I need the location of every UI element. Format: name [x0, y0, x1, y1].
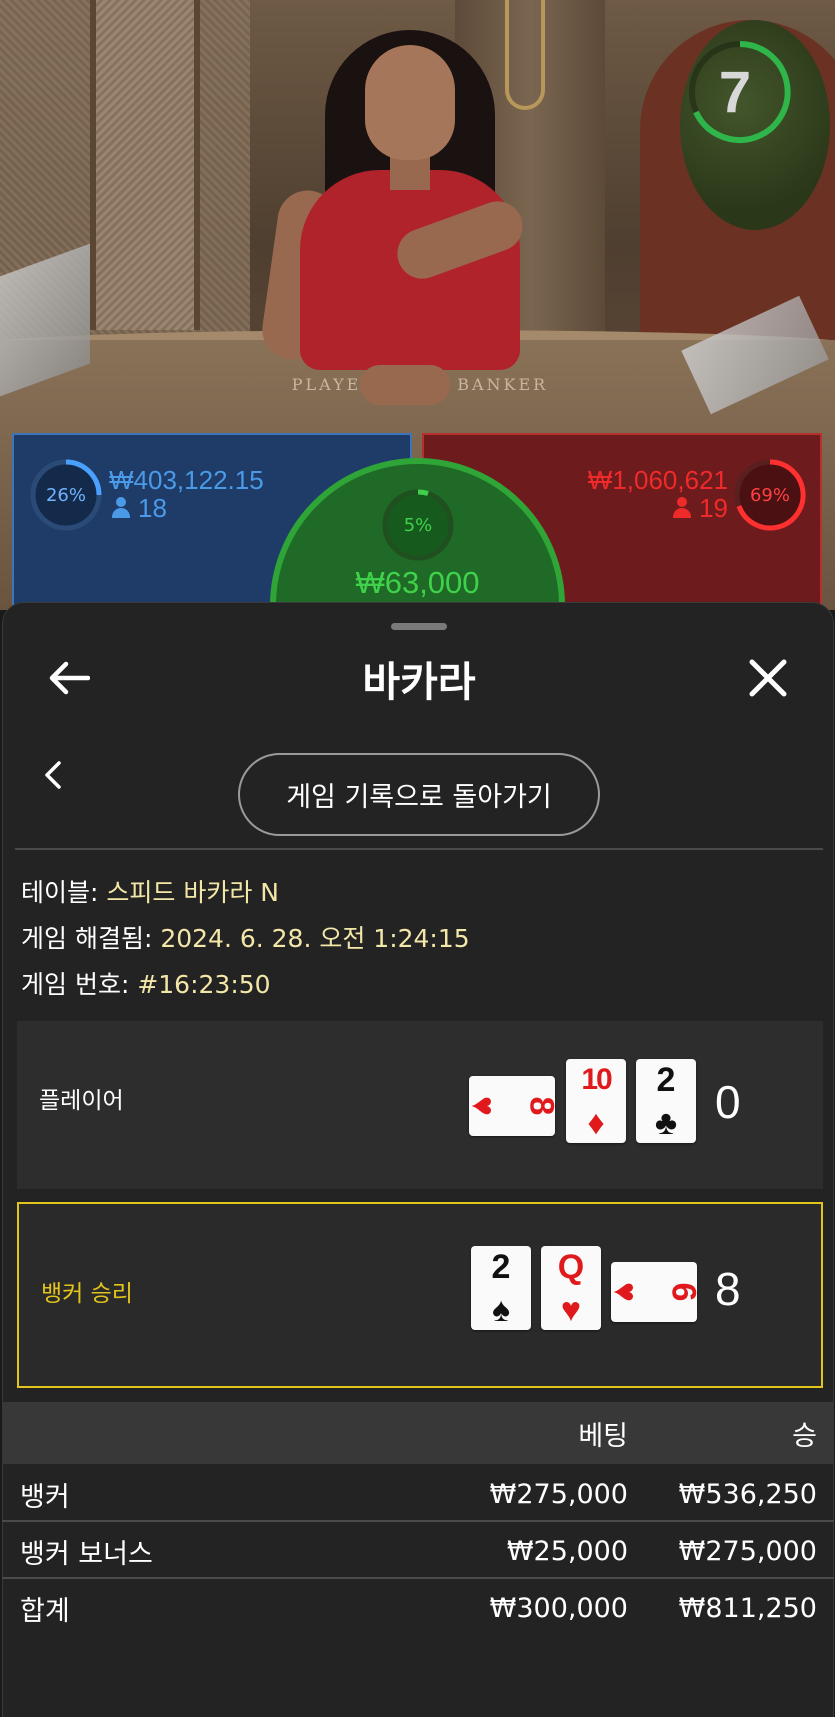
info-number: 게임 번호: #16:23:50 — [21, 965, 271, 1001]
dealer-hand — [360, 365, 450, 405]
club-icon: ♣ — [654, 1104, 678, 1142]
player-bet-amount: ₩403,122.15 — [109, 465, 264, 495]
banker-bet-count: 19 — [673, 493, 728, 524]
tie-percent: 5% — [403, 514, 433, 536]
bet-amount: ₩25,000 — [506, 1535, 628, 1567]
sheet-title: 바카라 — [362, 658, 476, 706]
col-win-header: 승 — [792, 1420, 817, 1452]
banker-bet-amount: ₩1,060,621 — [587, 465, 728, 495]
countdown-timer: 7 — [680, 32, 800, 152]
close-button[interactable] — [738, 648, 798, 708]
diamond-icon: ♦ — [587, 1104, 605, 1142]
close-icon — [749, 659, 787, 697]
banker-result-row: 뱅커 승리 2 ♠ Q ♥ 6 ♥ 8 — [17, 1202, 823, 1388]
card-rank: 8 — [522, 1096, 561, 1116]
info-number-label: 게임 번호: — [21, 970, 130, 999]
banker-result-label: 뱅커 승리 — [41, 1281, 133, 1307]
bet-table-row: 뱅커 보너스 ₩25,000 ₩275,000 — [2, 1523, 834, 1579]
bet-table-row: 뱅커 ₩275,000 ₩536,250 — [2, 1466, 834, 1522]
back-arrow-button[interactable] — [38, 648, 98, 708]
bet-name: 뱅커 — [20, 1481, 70, 1513]
timer-seconds: 7 — [718, 59, 752, 125]
info-table-value: 스피드 바카라 N — [106, 878, 279, 907]
banker-percent: 69% — [749, 484, 790, 506]
bet-table-total-row: 합계 ₩300,000 ₩811,250 — [2, 1580, 834, 1636]
tie-bet-amount: ₩63,000 — [355, 565, 480, 600]
banker-card-2: Q ♥ — [541, 1246, 601, 1330]
chevron-left-icon — [45, 761, 61, 789]
history-back-chevron[interactable] — [31, 753, 75, 797]
total-win: ₩811,250 — [678, 1592, 817, 1624]
win-amount: ₩536,250 — [678, 1478, 817, 1510]
wall-panel — [90, 0, 200, 330]
sheet-grab-handle[interactable] — [391, 623, 447, 630]
bet-name: 뱅커 보너스 — [20, 1538, 153, 1570]
card-rank: 10 — [581, 1063, 612, 1096]
banker-card-3: 6 ♥ — [606, 1262, 703, 1322]
banker-score: 8 — [715, 1263, 741, 1315]
info-resolved-value: 2024. 6. 28. 오전 1:24:15 — [160, 924, 470, 953]
player-card-1: 8 ♥ — [464, 1076, 561, 1136]
player-percent: 26% — [45, 484, 86, 506]
player-result-label: 플레이어 — [39, 1088, 124, 1114]
total-bet: ₩300,000 — [489, 1592, 628, 1624]
user-icon — [112, 497, 130, 519]
heart-icon: ♥ — [560, 1291, 582, 1329]
dealer-face — [365, 45, 455, 160]
card-rank: 2 — [656, 1061, 676, 1099]
card-rank: Q — [557, 1248, 585, 1286]
win-amount: ₩275,000 — [678, 1535, 817, 1567]
bet-amount: ₩275,000 — [489, 1478, 628, 1510]
pillar-ornament — [505, 0, 545, 110]
back-to-history-button[interactable]: 게임 기록으로 돌아가기 — [238, 753, 600, 836]
user-icon — [673, 497, 692, 519]
bet-table-header: 베팅 승 — [2, 1402, 834, 1464]
banker-card-1: 2 ♠ — [471, 1246, 531, 1330]
tie-percent-ring: 5% — [378, 485, 458, 565]
card-rank: 2 — [491, 1248, 511, 1286]
heart-icon: ♥ — [464, 1095, 503, 1117]
player-percent-ring: 26% — [26, 455, 106, 535]
player-count-value: 18 — [138, 493, 167, 523]
divider — [15, 848, 823, 850]
card-rank: 6 — [664, 1282, 703, 1302]
player-card-3: 2 ♣ — [636, 1059, 696, 1143]
info-resolved-label: 게임 해결됨: — [21, 924, 153, 953]
col-bet-header: 베팅 — [578, 1420, 628, 1452]
player-score: 0 — [715, 1076, 741, 1128]
info-number-value: #16:23:50 — [137, 970, 271, 999]
info-table-label: 테이블: — [21, 878, 99, 907]
spade-icon: ♠ — [491, 1291, 511, 1329]
info-table: 테이블: 스피드 바카라 N — [21, 873, 279, 909]
total-label: 합계 — [20, 1595, 70, 1627]
player-bet-count: 18 — [112, 493, 167, 524]
banker-percent-ring: 69% — [730, 455, 810, 535]
player-card-2: 10 ♦ — [566, 1059, 626, 1143]
info-resolved: 게임 해결됨: 2024. 6. 28. 오전 1:24:15 — [21, 919, 470, 955]
player-result-row: 플레이어 8 ♥ 10 ♦ 2 ♣ 0 — [17, 1021, 823, 1189]
heart-icon: ♥ — [606, 1281, 645, 1303]
banker-count-value: 19 — [699, 493, 728, 523]
arrow-left-icon — [49, 661, 90, 695]
